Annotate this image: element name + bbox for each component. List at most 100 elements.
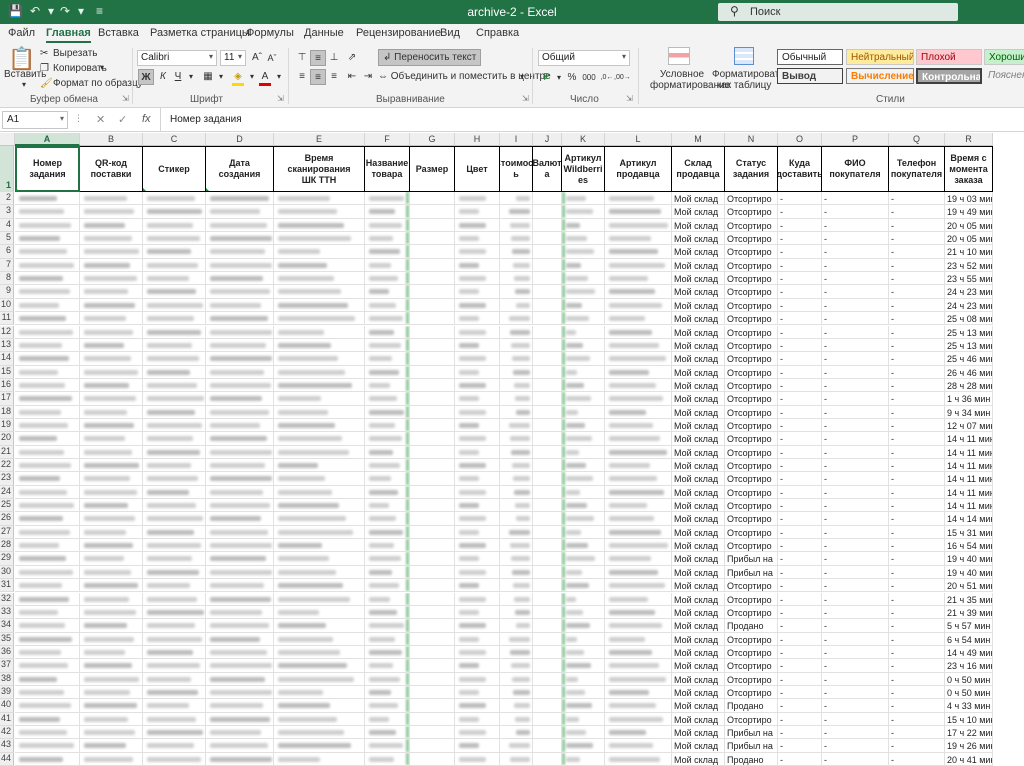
data-cell[interactable]: Мой склад (672, 605, 725, 620)
data-cell[interactable] (365, 325, 410, 339)
data-cell[interactable] (533, 752, 562, 766)
data-cell[interactable] (15, 338, 80, 353)
data-cell[interactable]: - (822, 365, 889, 379)
data-cell[interactable] (410, 592, 455, 606)
data-cell[interactable] (365, 218, 410, 233)
data-cell[interactable] (206, 392, 274, 406)
row-header[interactable]: 4 (0, 218, 14, 233)
data-cell[interactable] (500, 472, 533, 486)
data-cell[interactable] (15, 445, 80, 459)
data-cell[interactable]: - (822, 539, 889, 553)
data-cell[interactable] (500, 338, 533, 353)
data-cell[interactable]: - (889, 539, 945, 553)
data-cell[interactable]: Отсортиро (725, 579, 778, 593)
data-cell[interactable] (15, 232, 80, 246)
data-cell[interactable] (410, 485, 455, 500)
data-cell[interactable]: - (889, 298, 945, 313)
row-header[interactable]: 38 (0, 672, 14, 686)
data-cell[interactable] (605, 605, 672, 620)
data-cell[interactable] (143, 378, 206, 393)
data-cell[interactable] (500, 712, 533, 726)
data-cell[interactable]: 25 ч 13 мин (945, 325, 993, 339)
data-cell[interactable] (206, 312, 274, 326)
data-cell[interactable]: - (822, 418, 889, 433)
data-cell[interactable] (365, 205, 410, 219)
data-cell[interactable]: Отсортиро (725, 672, 778, 686)
column-header-l[interactable]: L (605, 133, 672, 146)
data-cell[interactable] (410, 605, 455, 620)
header-cell[interactable]: QR-код поставки (80, 146, 143, 192)
data-cell[interactable] (500, 272, 533, 286)
data-cell[interactable] (15, 512, 80, 526)
data-cell[interactable] (15, 392, 80, 406)
data-cell[interactable]: Мой склад (672, 712, 725, 726)
data-cell[interactable] (80, 499, 143, 513)
data-cell[interactable] (562, 712, 605, 726)
italic-icon[interactable]: К (155, 69, 171, 85)
data-cell[interactable]: 4 ч 33 мин (945, 699, 993, 713)
data-cell[interactable] (455, 552, 500, 566)
data-cell[interactable] (605, 672, 672, 686)
copy-dropdown-icon[interactable]: ▾ (100, 63, 104, 72)
data-cell[interactable]: - (822, 272, 889, 286)
row-header[interactable]: 14 (0, 352, 14, 366)
tab-home[interactable]: Главная (46, 27, 91, 43)
data-cell[interactable]: Отсортиро (725, 272, 778, 286)
data-cell[interactable]: 21 ч 39 мин (945, 605, 993, 620)
data-cell[interactable] (274, 499, 365, 513)
data-cell[interactable]: Отсортиро (725, 485, 778, 500)
data-cell[interactable]: 23 ч 55 мин (945, 272, 993, 286)
data-cell[interactable] (455, 726, 500, 740)
data-cell[interactable]: - (822, 338, 889, 353)
data-cell[interactable]: Отсортиро (725, 525, 778, 540)
data-cell[interactable] (410, 499, 455, 513)
data-cell[interactable] (500, 218, 533, 233)
row-header[interactable]: 7 (0, 258, 14, 273)
data-cell[interactable]: Мой склад (672, 312, 725, 326)
data-cell[interactable] (365, 405, 410, 419)
data-cell[interactable] (410, 312, 455, 326)
data-cell[interactable]: - (822, 685, 889, 700)
data-cell[interactable]: - (889, 445, 945, 459)
cancel-entry-icon[interactable]: ✕ (96, 113, 105, 126)
data-cell[interactable] (80, 312, 143, 326)
align-bottom-icon[interactable]: ⊥ (326, 50, 342, 66)
column-header-m[interactable]: M (672, 133, 725, 146)
data-cell[interactable] (410, 565, 455, 580)
data-cell[interactable]: Прибыл на (725, 565, 778, 580)
header-cell[interactable]: Время с момента заказа (945, 146, 993, 192)
data-cell[interactable] (15, 272, 80, 286)
data-cell[interactable] (410, 325, 455, 339)
data-cell[interactable] (15, 645, 80, 660)
data-cell[interactable]: - (778, 685, 822, 700)
row-header[interactable]: 37 (0, 659, 14, 673)
insert-function-icon[interactable]: fx (142, 113, 151, 125)
data-cell[interactable]: - (778, 552, 822, 566)
data-cell[interactable]: - (778, 539, 822, 553)
data-cell[interactable]: - (822, 645, 889, 660)
data-cell[interactable] (15, 365, 80, 379)
data-cell[interactable] (365, 659, 410, 673)
data-cell[interactable]: 19 ч 40 мин (945, 565, 993, 580)
number-launcher-icon[interactable]: ⇲ (626, 94, 633, 103)
data-cell[interactable] (605, 565, 672, 580)
data-cell[interactable] (365, 645, 410, 660)
header-cell[interactable]: Склад продавца (672, 146, 725, 192)
data-cell[interactable]: Мой склад (672, 565, 725, 580)
data-cell[interactable] (143, 245, 206, 259)
style-neutral[interactable]: Нейтральный (846, 49, 914, 65)
data-cell[interactable] (605, 312, 672, 326)
data-cell[interactable]: - (778, 632, 822, 646)
data-cell[interactable] (274, 685, 365, 700)
data-cell[interactable] (143, 472, 206, 486)
data-cell[interactable] (143, 365, 206, 379)
header-cell[interactable]: Стикер (143, 146, 206, 192)
data-cell[interactable]: Мой склад (672, 205, 725, 219)
data-cell[interactable] (15, 192, 80, 206)
data-cell[interactable] (605, 485, 672, 500)
data-cell[interactable] (365, 378, 410, 393)
data-cell[interactable]: Мой склад (672, 619, 725, 633)
data-cell[interactable]: Мой склад (672, 539, 725, 553)
column-header-r[interactable]: R (945, 133, 993, 146)
data-cell[interactable] (80, 272, 143, 286)
